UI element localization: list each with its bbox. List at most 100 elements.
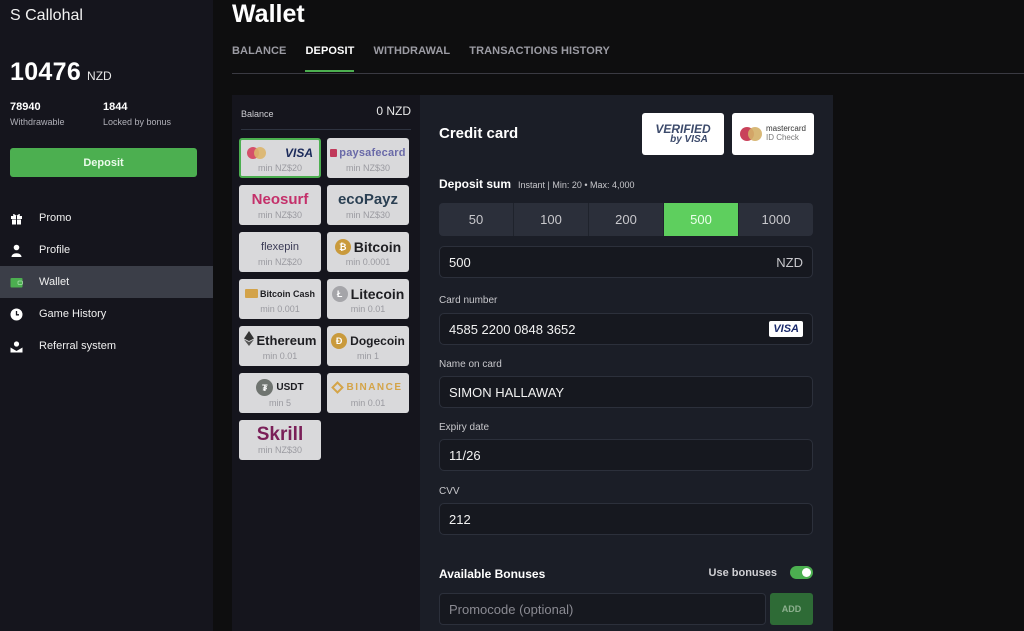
deposit-sum-info: Instant | Min: 20 • Max: 4,000 [518,180,635,190]
gift-icon [10,212,23,225]
sidebar-item-game-history[interactable]: Game History [0,298,213,330]
flexepin-logo: flexepin [261,240,299,253]
ecopayz-logo: ecoPayz [337,191,399,208]
name-on-card-label: Name on card [439,359,502,370]
promocode-input[interactable]: Promocode (optional) [439,593,766,625]
tab-deposit[interactable]: DEPOSIT [305,45,355,72]
add-promocode-button[interactable]: ADD [770,593,813,625]
method-card-bitcoin-cash[interactable]: Bitcoin Cash min 0.001 [239,279,321,319]
name-on-card-input[interactable]: SIMON HALLAWAY [439,376,813,408]
sidebar-item-referral[interactable]: Referral system [0,330,213,362]
bitcoin-icon: ₿ [334,238,351,255]
card-number-input[interactable]: 4585 2200 0848 3652 VISA [439,313,813,345]
deposit-sum-header: Deposit sum Instant | Min: 20 • Max: 4,0… [439,177,635,191]
card-number-label: Card number [439,295,498,306]
total-balance: 10476 NZD [10,58,112,87]
amount-presets: 50 100 200 500 1000 [439,203,813,236]
locked-label: Locked by bonus [103,117,172,127]
preset-50[interactable]: 50 [439,203,514,236]
ethereum-logo: Ethereum [243,330,316,350]
page-title: Wallet [232,0,305,28]
method-card-flexepin[interactable]: flexepin min NZ$20 [239,232,321,272]
sidebar-nav: Promo Profile Wallet Game History Referr… [0,202,213,362]
form-title: Credit card [439,125,519,142]
method-card-dogecoin[interactable]: Đ Dogecoin min 1 [327,326,409,366]
method-min: min NZ$30 [257,445,302,455]
expiry-date-label: Expiry date [439,422,490,433]
sidebar-item-wallet[interactable]: Wallet [0,266,213,298]
method-min: min NZ$20 [257,163,302,173]
sidebar: S Callohal 10476 NZD 78940 Withdrawable … [0,0,213,631]
cvv-value: 212 [449,511,471,527]
sidebar-item-label: Profile [39,244,71,256]
tether-icon: ₮ [256,379,274,396]
preset-200[interactable]: 200 [589,203,664,236]
tab-withdrawal[interactable]: WITHDRAWAL [373,45,450,71]
use-bonuses-toggle[interactable] [790,566,813,579]
binance-icon [331,381,345,394]
method-min: min 5 [268,398,291,408]
dogecoin-logo: Đ Dogecoin [331,331,405,350]
methods-balance-row: Balance 0 NZD [241,103,411,119]
usdt-logo: ₮ USDT [256,378,304,397]
clock-icon [10,308,23,321]
method-card-ethereum[interactable]: Ethereum min 0.01 [239,326,321,366]
payment-methods-panel: Balance 0 NZD VISA min NZ$20 paysafecard [232,95,420,631]
method-card-ecopayz[interactable]: ecoPayz min NZ$30 [327,185,409,225]
amount-value: 500 [449,254,471,270]
tab-transactions-history[interactable]: TRANSACTIONS HISTORY [469,45,610,71]
method-min: min 0.001 [260,304,300,314]
withdrawable-label: Withdrawable [10,117,65,127]
wallet-tabs: BALANCE DEPOSIT WITHDRAWAL TRANSACTIONS … [232,45,629,72]
preset-100[interactable]: 100 [514,203,589,236]
method-min: min 1 [356,351,379,361]
sidebar-item-label: Game History [39,308,107,320]
method-card-usdt[interactable]: ₮ USDT min 5 [239,373,321,413]
visa-mastercard-logo: VISA [247,143,313,162]
visa-icon: VISA [769,321,803,337]
method-card-neosurf[interactable]: Neosurf min NZ$30 [239,185,321,225]
method-card-bitcoin[interactable]: ₿ Bitcoin min 0.0001 [327,232,409,272]
balance-amount: 10476 [10,58,82,86]
username: S Callohal [10,7,83,24]
cvv-input[interactable]: 212 [439,503,813,535]
withdrawable-stat: 78940 Withdrawable [10,101,65,127]
method-min: min 0.0001 [345,257,391,267]
litecoin-icon: Ł [331,285,348,302]
method-min: min NZ$30 [345,163,390,173]
method-min: min 0.01 [350,398,386,408]
user-icon [10,244,23,257]
expiry-date-input[interactable]: 11/26 [439,439,813,471]
amount-input[interactable]: 500 NZD [439,246,813,278]
mastercard-icon [247,146,267,159]
sidebar-item-promo[interactable]: Promo [0,202,213,234]
mastercard-id-check-badge: mastercard ID Check [732,113,814,155]
binance-logo: BINANCE [331,378,402,397]
use-bonuses-control: Use bonuses [709,566,813,579]
balance-currency: NZD [87,69,112,83]
preset-500[interactable]: 500 [664,203,739,236]
available-bonuses-title: Available Bonuses [439,567,546,581]
deposit-sum-label: Deposit sum [439,177,512,191]
sidebar-item-profile[interactable]: Profile [0,234,213,266]
sidebar-deposit-button[interactable]: Deposit [10,148,197,177]
divider [241,129,411,130]
method-card-visa-mastercard[interactable]: VISA min NZ$20 [239,138,321,178]
amount-currency: NZD [776,254,803,270]
payment-method-grid: VISA min NZ$20 paysafecard min NZ$30 Neo… [239,138,409,460]
method-card-binance[interactable]: BINANCE min 0.01 [327,373,409,413]
method-card-litecoin[interactable]: Ł Litecoin min 0.01 [327,279,409,319]
referral-icon [10,340,23,353]
preset-1000[interactable]: 1000 [739,203,813,236]
tab-balance[interactable]: BALANCE [232,45,286,71]
tabs-divider [232,73,1024,74]
dogecoin-icon: Đ [331,332,348,349]
method-min: min 0.01 [262,351,298,361]
method-card-paysafecard[interactable]: paysafecard min NZ$30 [327,138,409,178]
method-card-skrill[interactable]: Skrill min NZ$30 [239,420,321,460]
litecoin-logo: Ł Litecoin [331,284,404,303]
method-min: min NZ$20 [257,257,302,267]
methods-balance-value: 0 NZD [376,104,411,118]
wallet-app: S Callohal 10476 NZD 78940 Withdrawable … [0,0,1024,631]
expiry-date-value: 11/26 [449,447,481,463]
